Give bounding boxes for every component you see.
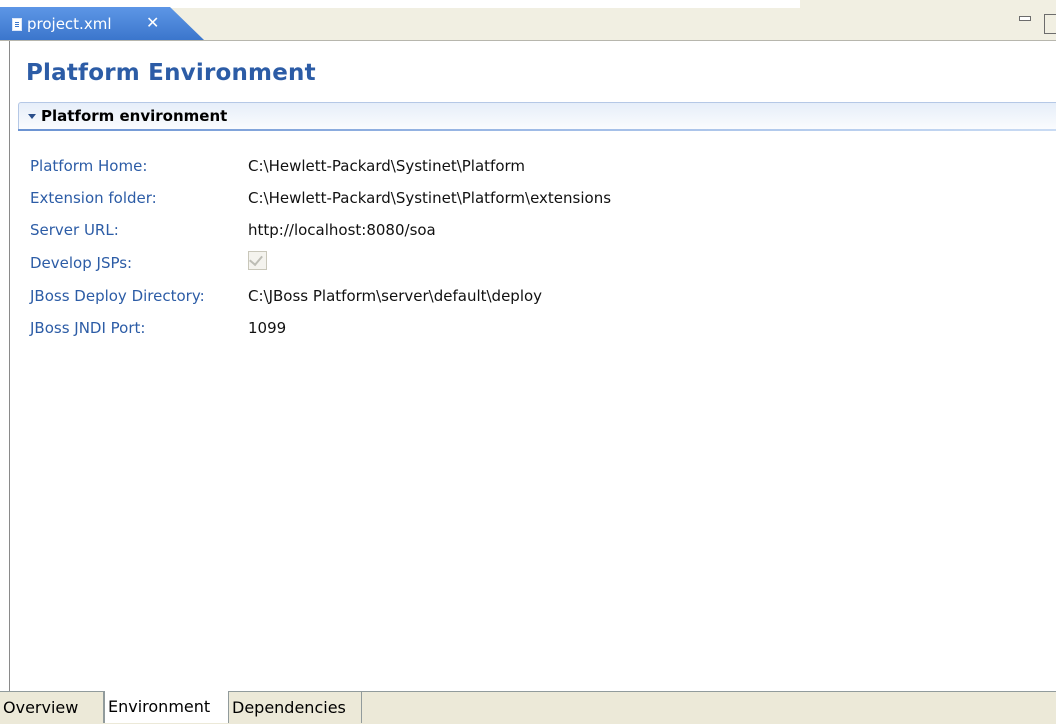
editor-page-tabs: Overview Environment Dependencies (0, 691, 1056, 724)
editor-tab-project-xml[interactable]: project.xml ✕ (0, 7, 204, 40)
page-title: Platform Environment (26, 60, 316, 86)
section-divider (18, 129, 1056, 131)
editor-tab-strip: project.xml ✕ (0, 0, 1056, 41)
tab-environment[interactable]: Environment (104, 691, 229, 723)
develop-jsps-label: Develop JSPs: (30, 254, 133, 272)
extension-folder-label: Extension folder: (30, 189, 157, 207)
close-icon[interactable]: ✕ (146, 13, 159, 33)
jboss-jndi-port-value[interactable]: 1099 (248, 319, 286, 337)
jboss-jndi-port-label: JBoss JNDI Port: (30, 319, 146, 337)
checkmark-icon (249, 251, 263, 267)
jboss-deploy-directory-label: JBoss Deploy Directory: (30, 287, 205, 305)
tab-strip-top-border (0, 0, 800, 8)
file-icon (12, 18, 22, 31)
maximize-icon[interactable] (1044, 14, 1056, 34)
server-url-label: Server URL: (30, 221, 119, 239)
tab-dependencies[interactable]: Dependencies (229, 692, 362, 723)
expand-triangle-icon[interactable] (28, 114, 36, 119)
editor-tab-title: project.xml (27, 15, 112, 33)
platform-home-label: Platform Home: (30, 157, 148, 175)
form-page: Platform Environment Platform environmen… (10, 41, 1056, 691)
minimize-icon[interactable] (1019, 16, 1031, 21)
tab-overview[interactable]: Overview (0, 692, 104, 723)
platform-home-value[interactable]: C:\Hewlett-Packard\Systinet\Platform (248, 157, 525, 175)
extension-folder-value[interactable]: C:\Hewlett-Packard\Systinet\Platform\ext… (248, 189, 611, 207)
section-header-platform-environment[interactable]: Platform environment (18, 102, 1056, 130)
develop-jsps-checkbox[interactable] (248, 251, 267, 270)
section-title: Platform environment (41, 107, 228, 125)
jboss-deploy-directory-value[interactable]: C:\JBoss Platform\server\default\deploy (248, 287, 542, 305)
editor-window: project.xml ✕ Platform Environment Platf… (0, 0, 1056, 724)
server-url-value[interactable]: http://localhost:8080/soa (248, 221, 436, 239)
